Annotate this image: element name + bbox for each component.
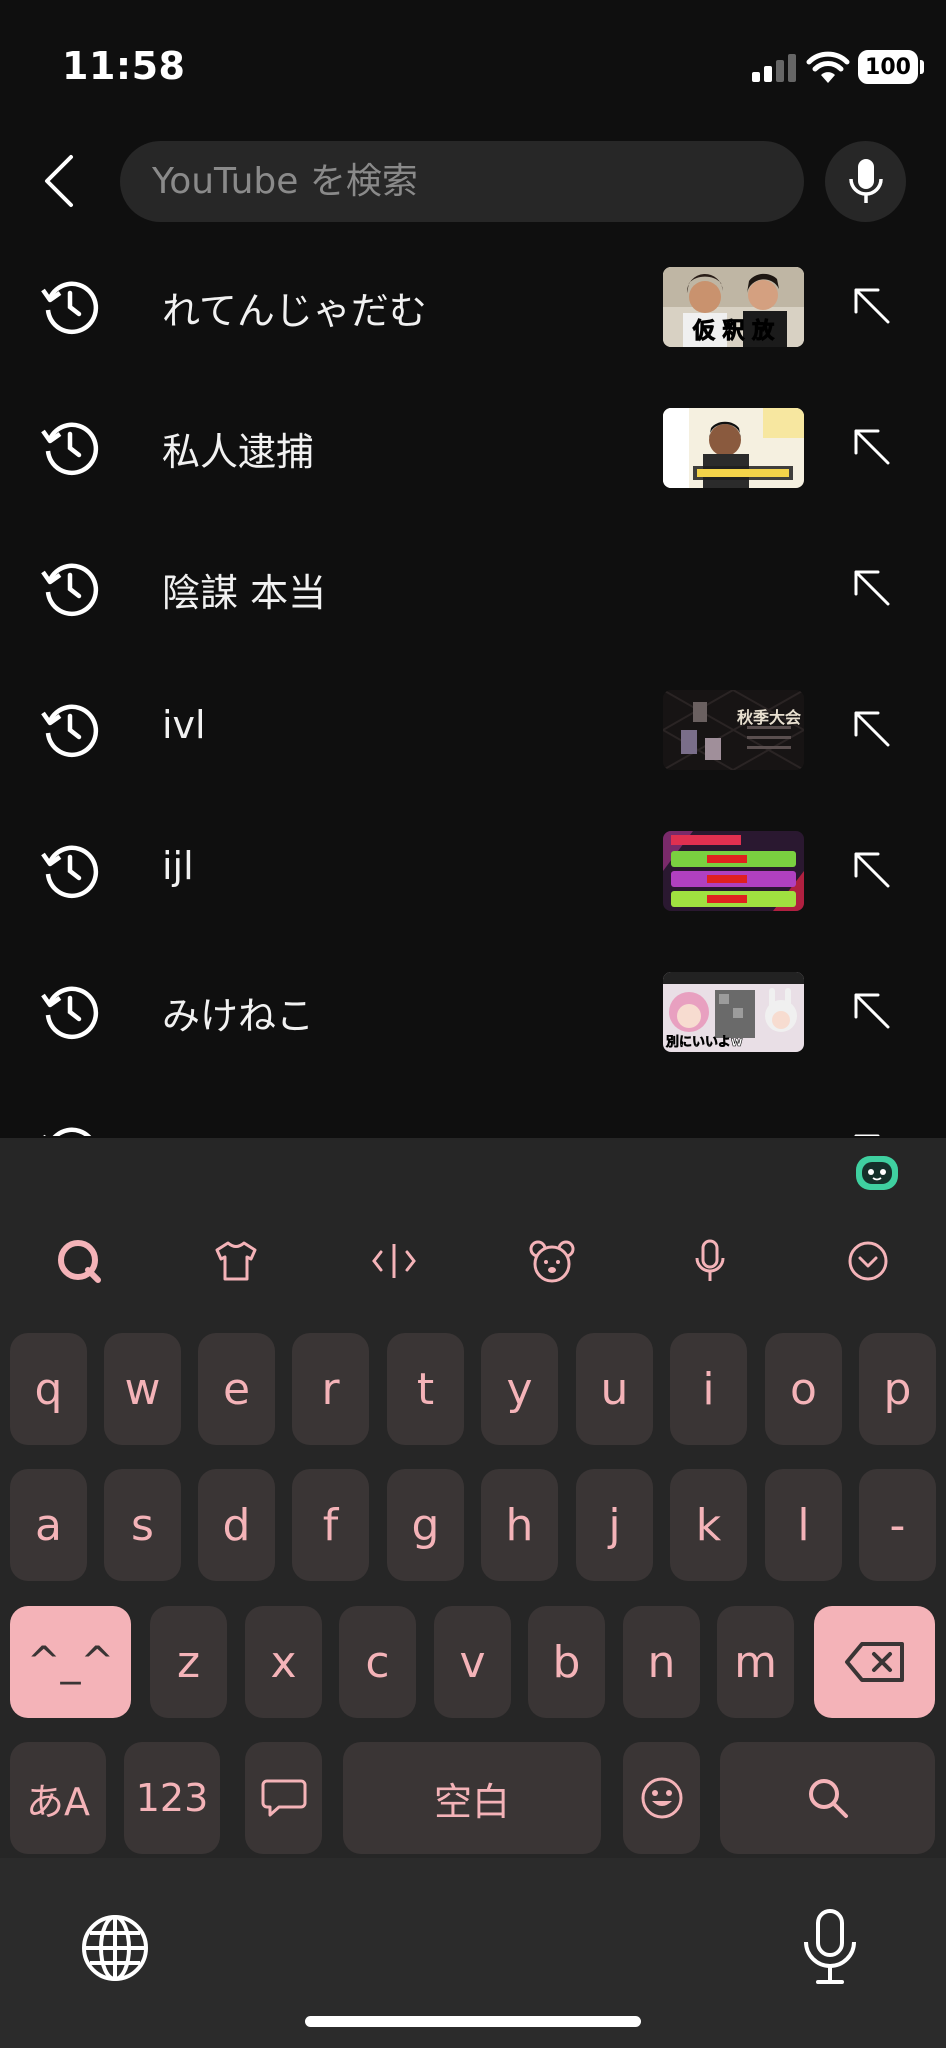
key[interactable]: b	[528, 1606, 605, 1718]
key[interactable]: l	[765, 1469, 842, 1581]
search-bubble-icon[interactable]	[54, 1236, 104, 1286]
smiley-icon	[641, 1777, 682, 1819]
emoji-key[interactable]	[623, 1742, 700, 1854]
thumbnail-caption: 秋季大会	[737, 708, 802, 727]
key[interactable]: f	[292, 1469, 369, 1581]
history-thumbnail: 秋季大会	[663, 690, 804, 770]
arrow-up-left-icon[interactable]	[848, 987, 894, 1033]
numbers-key[interactable]: 123	[124, 1742, 220, 1854]
history-thumbnail	[663, 408, 804, 488]
chat-key[interactable]	[245, 1742, 322, 1854]
history-item[interactable]: 私人逮捕	[0, 377, 946, 518]
key[interactable]: u	[576, 1333, 653, 1445]
shirt-icon[interactable]	[211, 1236, 261, 1286]
history-item[interactable]: みけねこ 別にいいよw	[0, 941, 946, 1082]
key[interactable]: c	[339, 1606, 416, 1718]
arrow-up-left-icon[interactable]	[848, 1128, 894, 1136]
key[interactable]: w	[104, 1333, 181, 1445]
back-button[interactable]	[36, 148, 80, 214]
key[interactable]: p	[859, 1333, 936, 1445]
arrow-up-left-icon[interactable]	[848, 705, 894, 751]
key[interactable]: m	[717, 1606, 794, 1718]
history-item-label: ijl	[162, 844, 194, 888]
history-item-label: みけねこ	[162, 994, 315, 1038]
space-key[interactable]: 空白	[343, 1742, 601, 1854]
voice-search-button[interactable]	[825, 141, 906, 222]
arrow-up-left-icon[interactable]	[848, 423, 894, 469]
key[interactable]: s	[104, 1469, 181, 1581]
history-icon	[41, 422, 99, 476]
key[interactable]: g	[387, 1469, 464, 1581]
search-box[interactable]	[120, 141, 804, 222]
battery-tip	[920, 60, 924, 74]
signal-icon	[752, 52, 796, 82]
search-input[interactable]	[152, 141, 772, 222]
history-item[interactable]	[0, 1082, 946, 1136]
microphone-icon	[848, 158, 883, 203]
history-thumbnail: 別にいいよw	[663, 972, 804, 1052]
arrow-up-left-icon[interactable]	[848, 282, 894, 328]
search-history-list: れてんじゃだむ 仮 釈 放 私人逮捕 陰謀 本当 ivl 秋季大会 ijl みけ…	[0, 236, 946, 1136]
search-key[interactable]	[720, 1742, 935, 1854]
bear-icon[interactable]	[527, 1236, 577, 1286]
key[interactable]: h	[481, 1469, 558, 1581]
history-icon	[41, 845, 99, 899]
history-item[interactable]: れてんじゃだむ 仮 釈 放	[0, 236, 946, 377]
status-bar: 11:58 100	[0, 0, 946, 120]
battery-icon: 100	[858, 50, 918, 84]
key[interactable]: v	[434, 1606, 511, 1718]
arrow-up-left-icon[interactable]	[848, 846, 894, 892]
search-icon	[808, 1779, 848, 1818]
key[interactable]: e	[198, 1333, 275, 1445]
arrow-up-left-icon[interactable]	[848, 564, 894, 610]
shift-key[interactable]: ^_^	[10, 1606, 131, 1718]
globe-icon[interactable]	[80, 1913, 150, 1983]
history-icon	[41, 563, 99, 617]
thumbnail-caption: 仮 釈 放	[692, 319, 775, 345]
key[interactable]: t	[387, 1333, 464, 1445]
robot-face-icon[interactable]	[854, 1152, 900, 1192]
history-item-label: ivl	[162, 703, 206, 747]
history-item[interactable]: ivl 秋季大会	[0, 659, 946, 800]
cursor-icon[interactable]	[369, 1236, 419, 1286]
status-time: 11:58	[62, 44, 186, 88]
key[interactable]: r	[292, 1333, 369, 1445]
history-icon	[41, 281, 99, 335]
wifi-icon	[806, 51, 850, 83]
kana-switch-key[interactable]: あA	[10, 1742, 106, 1854]
microphone-icon[interactable]	[685, 1236, 735, 1286]
chat-bubble-icon	[261, 1779, 306, 1817]
thumbnail-caption: 別にいいよw	[666, 1035, 743, 1051]
key[interactable]: y	[481, 1333, 558, 1445]
history-icon	[41, 704, 99, 758]
history-item[interactable]: 陰謀 本当	[0, 518, 946, 659]
key[interactable]: z	[150, 1606, 227, 1718]
history-item-label: れてんじゃだむ	[162, 289, 427, 333]
battery-level: 100	[865, 54, 911, 80]
history-item-label: 私人逮捕	[162, 430, 315, 474]
dictation-microphone-icon[interactable]	[800, 1908, 860, 1988]
key[interactable]: d	[198, 1469, 275, 1581]
history-thumbnail	[663, 831, 804, 911]
key[interactable]: k	[670, 1469, 747, 1581]
key[interactable]: j	[576, 1469, 653, 1581]
key[interactable]: n	[623, 1606, 700, 1718]
history-icon	[43, 1127, 92, 1136]
chevron-down-circle-icon[interactable]	[843, 1236, 893, 1286]
history-thumbnail: 仮 釈 放	[663, 267, 804, 347]
key[interactable]: a	[10, 1469, 87, 1581]
history-item[interactable]: ijl	[0, 800, 946, 941]
history-icon	[41, 986, 99, 1040]
history-item-label: 陰謀 本当	[162, 571, 327, 615]
backspace-key[interactable]	[814, 1606, 935, 1718]
key[interactable]: i	[670, 1333, 747, 1445]
home-indicator	[305, 2016, 641, 2027]
key[interactable]: o	[765, 1333, 842, 1445]
key[interactable]: q	[10, 1333, 87, 1445]
key[interactable]: x	[245, 1606, 322, 1718]
key[interactable]: -	[859, 1469, 936, 1581]
chevron-left-icon	[45, 155, 73, 207]
backspace-icon	[844, 1642, 904, 1682]
